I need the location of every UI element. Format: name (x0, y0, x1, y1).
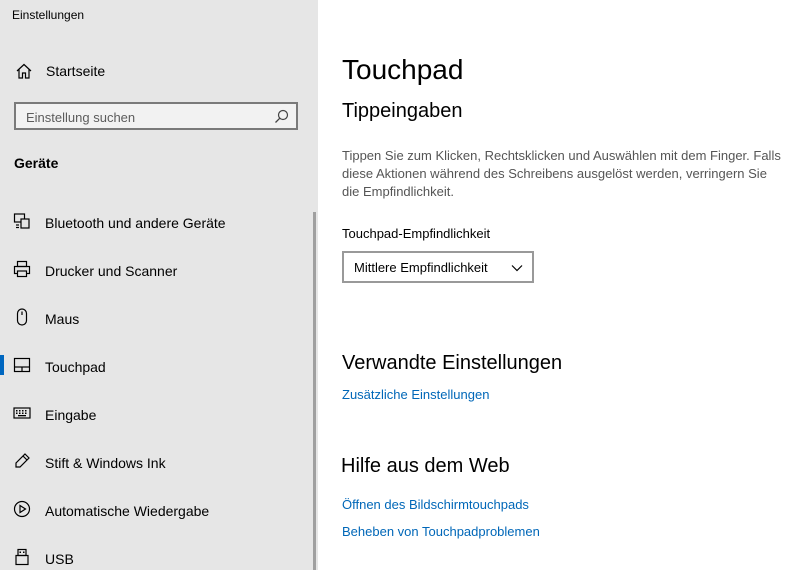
search-input[interactable] (26, 108, 266, 126)
usb-icon (15, 548, 29, 566)
sidebar-item-label: Bluetooth und andere Geräte (45, 215, 226, 231)
sidebar-item-usb[interactable]: USB (0, 535, 312, 570)
fix-touchpad-problems-link[interactable]: Beheben von Touchpadproblemen (342, 524, 540, 539)
taps-heading: Tippeingaben (342, 100, 463, 122)
sidebar-item-label: USB (45, 551, 74, 567)
mouse-icon (16, 308, 28, 326)
sidebar-item-input[interactable]: Eingabe (0, 391, 312, 439)
sidebar-item-mouse[interactable]: Maus (0, 295, 312, 343)
bluetooth-devices-icon (13, 213, 30, 229)
sidebar-item-label: Stift & Windows Ink (45, 455, 166, 471)
sidebar-item-label: Drucker und Scanner (45, 263, 178, 279)
sensitivity-value: Mittlere Empfindlichkeit (354, 260, 488, 275)
sidebar-item-touchpad[interactable]: Touchpad (0, 343, 312, 391)
sidebar-item-autoplay[interactable]: Automatische Wiedergabe (0, 487, 312, 535)
search-box[interactable] (14, 102, 298, 130)
sidebar-scrollbar[interactable] (313, 212, 316, 570)
touchpad-icon (13, 357, 31, 373)
additional-settings-link[interactable]: Zusätzliche Einstellungen (342, 387, 489, 402)
chevron-down-icon (511, 265, 523, 272)
printer-icon (13, 260, 31, 278)
sidebar: Einstellungen Startseite Geräte Bluetoot… (0, 0, 318, 570)
open-screen-touchpad-link[interactable]: Öffnen des Bildschirmtouchpads (342, 497, 529, 512)
sidebar-item-bluetooth[interactable]: Bluetooth und andere Geräte (0, 199, 312, 247)
sidebar-nav: Bluetooth und andere Geräte Drucker und … (0, 199, 318, 570)
sidebar-item-label: Automatische Wiedergabe (45, 503, 210, 519)
sidebar-item-printers[interactable]: Drucker und Scanner (0, 247, 312, 295)
sensitivity-label: Touchpad-Empfindlichkeit (342, 226, 491, 241)
sidebar-item-label: Eingabe (45, 407, 97, 423)
window-title: Einstellungen (12, 8, 85, 22)
sidebar-item-pen[interactable]: Stift & Windows Ink (0, 439, 312, 487)
sidebar-item-label: Touchpad (45, 359, 106, 375)
main-content: Touchpad Tippeingaben Tippen Sie zum Kli… (318, 0, 801, 570)
search-icon[interactable] (274, 109, 289, 124)
web-help-heading: Hilfe aus dem Web (341, 455, 510, 477)
home-icon (16, 63, 32, 79)
related-settings-heading: Verwandte Einstellungen (342, 352, 563, 374)
autoplay-icon (13, 500, 31, 518)
sidebar-item-label: Maus (45, 311, 80, 327)
selected-indicator (0, 355, 4, 375)
page-title: Touchpad (342, 54, 464, 85)
sensitivity-dropdown[interactable]: Mittlere Empfindlichkeit (342, 251, 534, 283)
keyboard-icon (13, 407, 31, 419)
taps-description: Tippen Sie zum Klicken, Rechtsklicken un… (342, 148, 781, 199)
section-heading-devices: Geräte (14, 155, 59, 171)
sidebar-item-home-label: Startseite (46, 63, 106, 79)
pen-icon (15, 453, 30, 468)
sidebar-item-home[interactable]: Startseite (0, 58, 318, 86)
